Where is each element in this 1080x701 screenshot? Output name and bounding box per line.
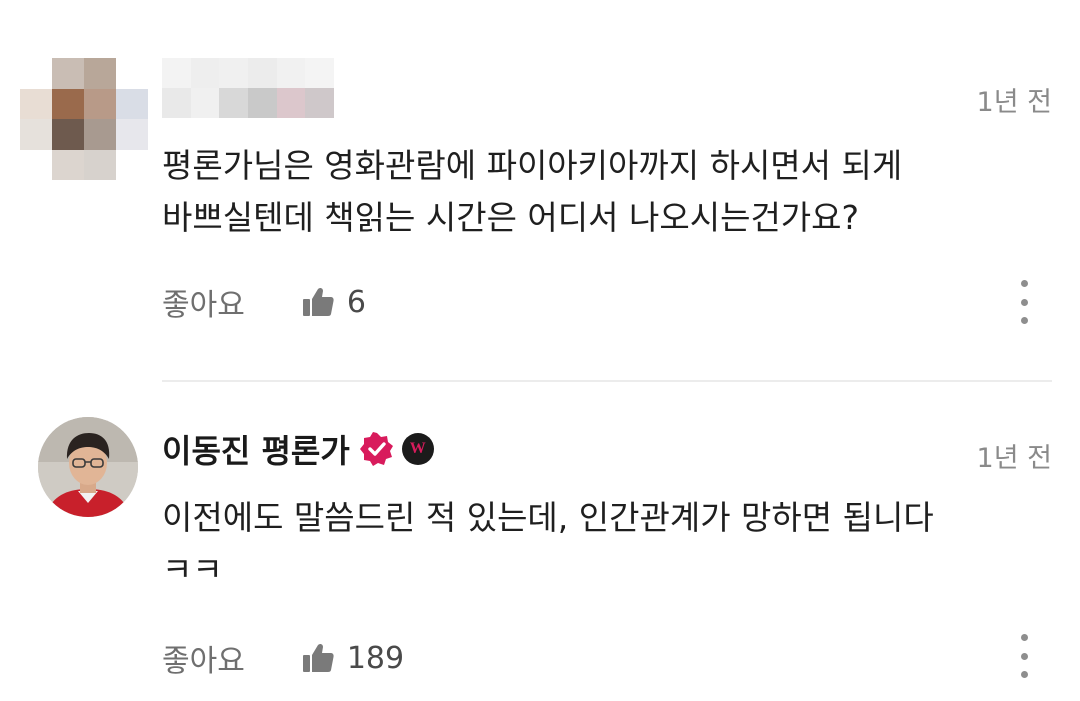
more-dot-icon xyxy=(1020,298,1028,306)
username-blurred[interactable] xyxy=(162,58,334,118)
timestamp: 1년 전 xyxy=(976,443,1052,474)
verified-check-icon xyxy=(359,432,394,466)
w-badge-icon: W xyxy=(401,433,434,465)
comment-text-line: 이전에도 말씀드린 적 있는데, 인간관계가 망하면 됩니다 xyxy=(162,498,934,537)
like-button[interactable]: 좋아요 xyxy=(162,280,245,324)
thumbs-up-icon[interactable] xyxy=(301,642,335,674)
comment-item: 이동진 평론가 W 1년 전 이전에도 말씀드린 적 있는데, 인간관계가 망하… xyxy=(0,382,1080,701)
avatar[interactable] xyxy=(20,58,148,180)
comment-actions: 좋아요 6 xyxy=(162,280,366,324)
more-options-button[interactable] xyxy=(1014,634,1034,678)
avatar-portrait-icon xyxy=(38,417,138,517)
like-count: 189 xyxy=(346,640,405,676)
like-button[interactable]: 좋아요 xyxy=(162,636,245,680)
comment-text: 평론가님은 영화관람에 파이아키아까지 하시면서 되게 바쁘실텐데 책읽는 시간… xyxy=(162,140,1042,244)
thumbs-up-icon[interactable] xyxy=(301,286,335,318)
comment-text-line: 평론가님은 영화관람에 파이아키아까지 하시면서 되게 xyxy=(162,146,903,185)
more-dot-icon xyxy=(1020,280,1028,287)
avatar[interactable] xyxy=(38,417,138,517)
more-dot-icon xyxy=(1020,652,1028,660)
more-dot-icon xyxy=(1020,671,1028,678)
more-dot-icon xyxy=(1020,634,1028,641)
more-dot-icon xyxy=(1020,317,1028,324)
comment-item: 1년 전 평론가님은 영화관람에 파이아키아까지 하시면서 되게 바쁘실텐데 책… xyxy=(0,0,1080,382)
comment-text: 이전에도 말씀드린 적 있는데, 인간관계가 망하면 됩니다 ㅋㅋ xyxy=(162,492,1042,596)
author-name[interactable]: 이동진 평론가 W xyxy=(162,426,434,472)
comment-text-line: ㅋㅋ xyxy=(162,550,223,589)
timestamp: 1년 전 xyxy=(976,87,1052,118)
comment-text-line: 바쁘실텐데 책읽는 시간은 어디서 나오시는건가요? xyxy=(162,198,860,237)
like-count: 6 xyxy=(346,284,366,320)
comment-actions: 좋아요 189 xyxy=(162,636,404,680)
more-options-button[interactable] xyxy=(1014,280,1034,324)
author-name-text: 이동진 평론가 xyxy=(162,432,350,470)
